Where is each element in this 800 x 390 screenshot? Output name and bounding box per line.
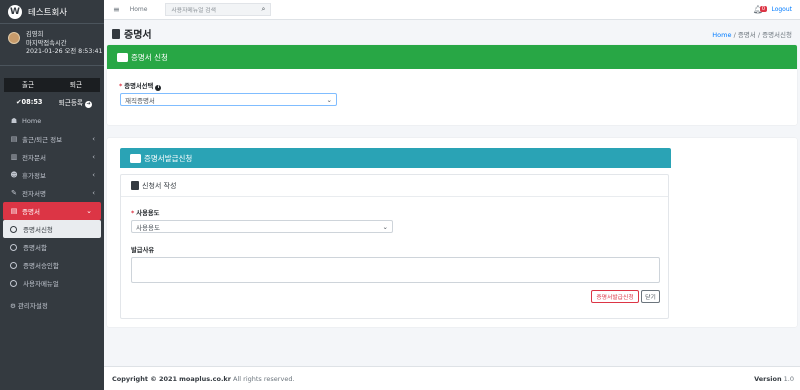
search-placeholder: 사용자메뉴얼 검색 <box>171 8 216 14</box>
circle-icon <box>10 243 17 251</box>
footer: Copyright © 2021 moaplus.co.kr All right… <box>104 366 800 390</box>
chevron-left-icon: ‹ <box>92 171 95 179</box>
card-header: 증명서 신청 <box>107 45 797 69</box>
purpose-select[interactable]: 사용용도 ⌄ <box>131 220 393 233</box>
reason-label: 발급사유 <box>131 247 155 254</box>
certificate-select-label: * 증명서선택 i <box>119 81 162 91</box>
sidebar-item-certificate[interactable]: ▤ 증명서 ⌄ <box>3 202 101 220</box>
sidebar-subitem-user-manual[interactable]: 사용자메뉴얼 <box>0 274 104 292</box>
sidebar-item-attendance[interactable]: ▤ 출근/퇴근 정보 ‹ <box>0 130 104 148</box>
breadcrumb-home[interactable]: Home <box>712 31 731 39</box>
clock-in-time: ✔08:53 <box>16 98 43 106</box>
certificate-icon: ▤ <box>10 207 18 215</box>
avatar <box>8 32 20 44</box>
certificate-issue-card: 증명서발급신청 신청서 작성 * 사용용도 사용용도 ⌄ 발급사유 증명서발급신청… <box>107 138 797 327</box>
user-name: 김영희 <box>26 31 44 38</box>
circle-icon <box>10 225 17 233</box>
briefcase-icon <box>117 52 128 62</box>
chevron-left-icon: ‹ <box>92 189 95 197</box>
stamp-icon <box>131 181 139 190</box>
sidebar-item-documents[interactable]: ▥ 전자문서 ‹ <box>0 148 104 166</box>
chevron-left-icon: ‹ <box>92 153 95 161</box>
reason-textarea[interactable] <box>131 257 660 283</box>
close-button[interactable]: 닫기 <box>641 290 660 303</box>
calendar-icon: ▤ <box>10 135 18 143</box>
sidebar-item-esign[interactable]: ✎ 전자서명 ‹ <box>0 184 104 202</box>
dashboard-icon: ☗ <box>10 117 18 125</box>
top-navbar: ≡ Home 사용자메뉴얼 검색 ⌕ 🔔︎ 0 Logout <box>104 0 800 20</box>
certificate-request-card: 증명서 신청 * 증명서선택 i 재직증명서 ⌄ <box>107 45 797 125</box>
page-title: 증명서 <box>112 26 152 41</box>
attendance-status: ✔08:53 퇴근등록 ➜ <box>4 96 100 108</box>
top-home-link[interactable]: Home <box>130 6 148 13</box>
sidebar-nav: ☗ Home ▤ 출근/퇴근 정보 ‹ ▥ 전자문서 ‹ ☻ 휴가정보 ‹ ✎ 전자서… <box>0 112 104 292</box>
last-login-label: 마지막접속시간 <box>26 39 67 47</box>
sidebar: W 테스트회사 김영희 마지막접속시간 2021-01-26 오전 8:53:4… <box>0 0 104 390</box>
attendance-buttons: 출근 퇴근 <box>4 78 100 92</box>
brand[interactable]: W 테스트회사 <box>0 0 104 24</box>
copyright: Copyright © 2021 moaplus.co.kr All right… <box>112 374 295 383</box>
search-icon[interactable]: ⌕ <box>262 5 266 14</box>
arrow-right-icon: ➜ <box>85 100 92 108</box>
briefcase-icon <box>130 153 141 163</box>
sidebar-subitem-certificate-request[interactable]: 증명서신청 <box>3 220 101 238</box>
document-icon <box>112 28 120 39</box>
circle-icon <box>10 279 17 287</box>
version: Version 1.0 <box>754 374 794 383</box>
search-input[interactable]: 사용자메뉴얼 검색 ⌕ <box>165 3 272 16</box>
clock-in-button[interactable]: 출근 <box>4 78 52 92</box>
sidebar-item-vacation[interactable]: ☻ 휴가정보 ‹ <box>0 166 104 184</box>
card-header: 증명서발급신청 <box>120 148 671 168</box>
brand-logo: W <box>8 4 22 19</box>
document-icon: ▥ <box>10 153 18 161</box>
company-name: 테스트회사 <box>28 7 68 18</box>
gear-icon: ⚙ <box>10 302 16 310</box>
footer-domain-link[interactable]: moaplus.co.kr <box>179 375 231 383</box>
submit-certificate-button[interactable]: 증명서발급신청 <box>591 290 639 303</box>
chevron-down-icon: ⌄ <box>86 207 92 215</box>
clock-out-button[interactable]: 퇴근 <box>52 78 100 92</box>
certificate-select[interactable]: 재직증명서 ⌄ <box>120 93 337 106</box>
sidebar-item-admin-settings[interactable]: ⚙ 관리자설정 <box>10 300 48 310</box>
breadcrumb: Home / 증명서 / 증명서신청 <box>712 31 792 39</box>
logout-link[interactable]: Logout <box>771 6 792 13</box>
last-login-time: 2021-01-26 오전 8:53:41 <box>26 48 103 55</box>
chevron-down-icon: ⌄ <box>382 222 388 231</box>
users-icon: ☻ <box>10 171 18 179</box>
clock-out-register[interactable]: 퇴근등록 ➜ <box>59 97 92 108</box>
signature-icon: ✎ <box>11 189 17 197</box>
sidebar-subitem-certificate-approval[interactable]: 증명서승인함 <box>0 256 104 274</box>
chevron-left-icon: ‹ <box>92 135 95 143</box>
sidebar-item-home[interactable]: ☗ Home <box>0 112 104 130</box>
sidebar-subitem-certificate-box[interactable]: 증명서함 <box>0 238 104 256</box>
circle-icon <box>10 261 17 269</box>
chevron-down-icon: ⌄ <box>326 95 332 104</box>
notification-badge: 0 <box>759 6 767 12</box>
hamburger-icon[interactable]: ≡ <box>113 5 120 14</box>
form-header: 신청서 작성 <box>121 175 668 197</box>
user-panel: 김영희 마지막접속시간 2021-01-26 오전 8:53:41 <box>0 24 104 66</box>
purpose-label: * 사용용도 <box>131 210 160 217</box>
info-icon: i <box>155 85 162 91</box>
application-form: 신청서 작성 * 사용용도 사용용도 ⌄ 발급사유 증명서발급신청 닫기 <box>120 174 669 319</box>
